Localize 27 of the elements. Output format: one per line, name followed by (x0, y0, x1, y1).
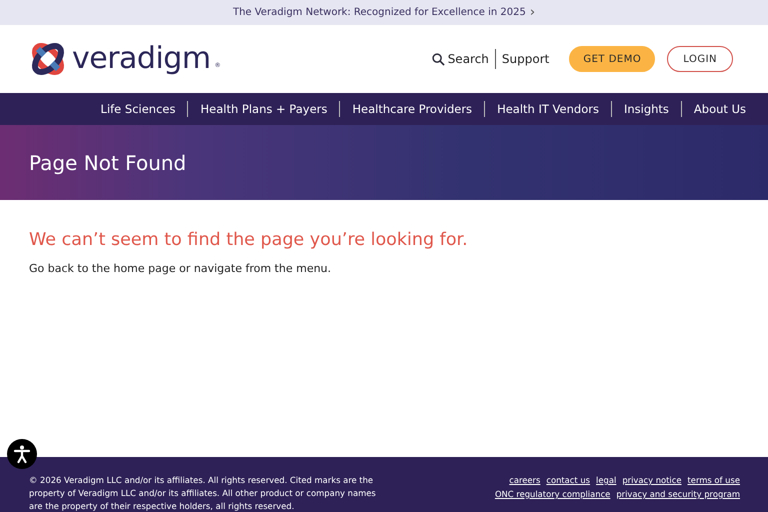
accessibility-icon (12, 444, 32, 464)
accessibility-button[interactable] (7, 439, 37, 469)
nav-link[interactable]: Health Plans + Payers (188, 102, 340, 116)
footer-link[interactable]: contact us (546, 474, 590, 487)
footer-link[interactable]: careers (509, 474, 540, 487)
copyright-text: © 2026 Veradigm LLC and/or its affiliates. All rights reserved. Cited marks are the property of Veradigm LLC and/or its affiliates. All other product or company names are the property of their respective holders, all rights reserved. (29, 474, 377, 512)
footer-link[interactable]: terms of use (688, 474, 740, 487)
error-message: Go back to the home page or navigate from the menu. (29, 262, 332, 275)
footer-link[interactable]: privacy and security program (616, 488, 740, 501)
search-button[interactable]: Search (432, 52, 489, 66)
demo-button[interactable]: GET DEMO (569, 46, 656, 72)
announcement-link[interactable]: The Veradigm Network: Recognized for Excellence in 2025 (232, 7, 526, 18)
page-title: Page Not Found (29, 150, 186, 174)
chevron-icon[interactable]: › (530, 5, 536, 20)
nav-link[interactable]: Healthcare Providers (340, 102, 484, 116)
footer-link[interactable]: privacy notice (622, 474, 682, 487)
footer-link[interactable]: ONC regulatory compliance (494, 488, 610, 501)
footer-link[interactable]: legal (596, 474, 616, 487)
logo-wordmark[interactable]: veradigm (72, 44, 211, 74)
nav-link[interactable]: Insights (612, 102, 681, 116)
search-icon (432, 52, 445, 66)
nav-link[interactable]: About Us (682, 102, 758, 116)
support-link[interactable]: Support (502, 52, 550, 66)
login-button[interactable]: LOGIN (667, 46, 733, 72)
nav-link[interactable]: Health IT Vendors (485, 102, 611, 116)
error-heading: We can’t seem to find the page you’re looking for. (29, 230, 469, 250)
nav-link[interactable]: Life Sciences (88, 102, 188, 116)
